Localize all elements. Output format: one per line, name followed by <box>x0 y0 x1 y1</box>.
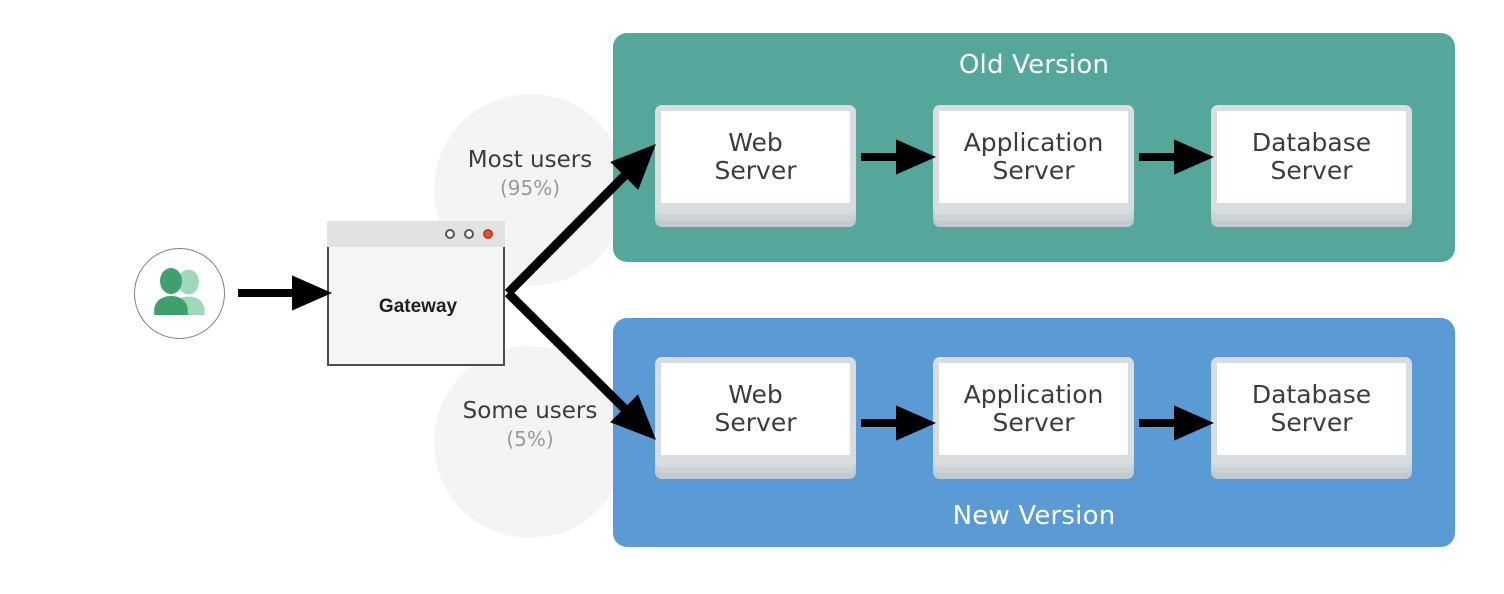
gateway-window[interactable]: Gateway <box>327 221 505 366</box>
server-screen: Database Server <box>1217 363 1406 455</box>
gateway-titlebar <box>327 221 505 247</box>
new-database-server[interactable]: Database Server <box>1211 357 1412 479</box>
new-web-server[interactable]: Web Server <box>655 357 856 479</box>
old-application-server-label: Application Server <box>963 128 1104 185</box>
server-screen: Database Server <box>1217 111 1406 203</box>
old-version-label: Old Version <box>958 50 1110 80</box>
old-web-server[interactable]: Web Server <box>655 105 856 227</box>
server-face: Database Server <box>1211 357 1412 461</box>
most-users-label: Most users (95%) <box>430 147 630 201</box>
window-dot-maximize-icon[interactable] <box>464 229 474 239</box>
old-database-server-label: Database Server <box>1251 128 1372 185</box>
new-application-server[interactable]: Application Server <box>933 357 1134 479</box>
old-database-server[interactable]: Database Server <box>1211 105 1412 227</box>
server-face: Database Server <box>1211 105 1412 209</box>
server-face: Web Server <box>655 357 856 461</box>
new-application-server-label: Application Server <box>963 380 1104 437</box>
old-version-panel: Old Version Web Server Application Serve… <box>613 33 1455 262</box>
server-face: Application Server <box>933 105 1134 209</box>
server-screen: Application Server <box>939 363 1128 455</box>
new-database-server-label: Database Server <box>1251 380 1372 437</box>
gateway-label: Gateway <box>378 295 458 317</box>
server-screen: Web Server <box>661 111 850 203</box>
server-face: Web Server <box>655 105 856 209</box>
some-users-primary: Some users <box>462 398 598 424</box>
some-users-label: Some users (5%) <box>430 398 630 452</box>
new-version-label: New Version <box>952 501 1116 531</box>
server-screen: Web Server <box>661 363 850 455</box>
server-screen: Application Server <box>939 111 1128 203</box>
server-face: Application Server <box>933 357 1134 461</box>
new-web-server-label: Web Server <box>714 380 797 437</box>
most-users-percent: (95%) <box>499 175 561 200</box>
old-application-server[interactable]: Application Server <box>933 105 1134 227</box>
new-version-panel: New Version Web Server Application Serve… <box>613 318 1455 547</box>
window-dot-minimize-icon[interactable] <box>445 229 455 239</box>
users-avatar[interactable] <box>134 248 225 339</box>
two-people-icon <box>154 268 205 315</box>
most-users-primary: Most users <box>467 147 593 173</box>
old-web-server-label: Web Server <box>714 128 797 185</box>
window-dot-close-icon[interactable] <box>483 229 493 239</box>
diagram-canvas: Old Version Web Server Application Serve… <box>0 0 1504 594</box>
some-users-percent: (5%) <box>506 426 554 451</box>
